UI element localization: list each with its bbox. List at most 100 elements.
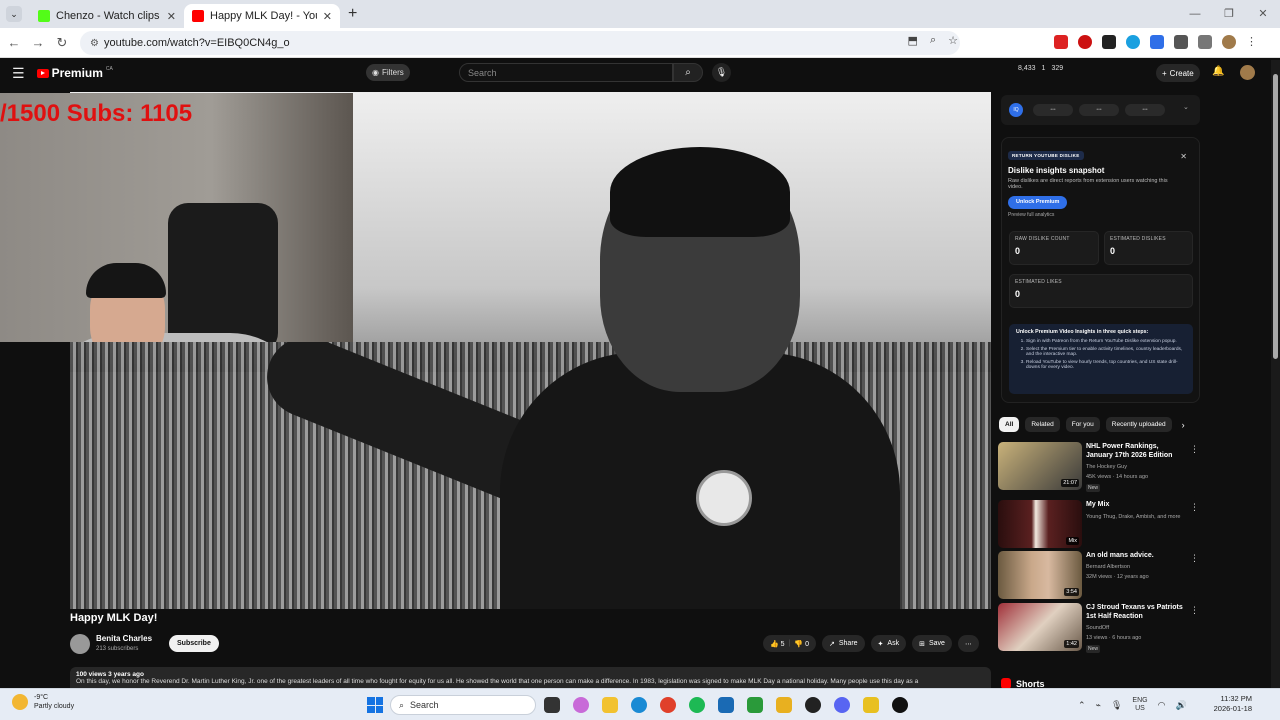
- more-actions-button[interactable]: ⋯: [957, 635, 979, 652]
- tab-kick[interactable]: Chenzo - Watch clips on Kick ✕: [30, 4, 184, 28]
- video-thumbnail[interactable]: Mix: [998, 500, 1082, 548]
- video-thumbnail[interactable]: 3:54: [998, 551, 1082, 599]
- recommendation-item[interactable]: Mix My Mix Young Thug, Drake, Ambish, an…: [998, 500, 1203, 550]
- warning-app-icon[interactable]: [776, 697, 792, 713]
- profile-avatar[interactable]: [1222, 35, 1236, 49]
- address-bar[interactable]: ⚙ youtube.com/watch?v=EIBQ0CN4g_o: [80, 31, 960, 55]
- extension-pill[interactable]: •••: [1079, 104, 1119, 116]
- browser-menu-icon[interactable]: ⋮: [1246, 35, 1260, 49]
- chevron-down-icon[interactable]: ⌄: [1183, 103, 1189, 111]
- extension-icon[interactable]: [1078, 35, 1092, 49]
- chip-related[interactable]: Related: [1025, 417, 1060, 432]
- install-icon[interactable]: ⬒: [908, 34, 918, 47]
- language-indicator[interactable]: ENG US: [1132, 697, 1147, 713]
- chip-all[interactable]: All: [999, 417, 1020, 432]
- channel-avatar[interactable]: [70, 634, 90, 654]
- chip-for-you[interactable]: For you: [1065, 417, 1100, 432]
- close-window-button[interactable]: ✕: [1246, 0, 1280, 28]
- search-input[interactable]: Search: [459, 63, 673, 82]
- chip-recently-uploaded[interactable]: Recently uploaded: [1105, 417, 1172, 432]
- file-explorer-icon[interactable]: [602, 697, 618, 713]
- more-options-icon[interactable]: ⋮: [1190, 605, 1199, 616]
- youtube-play-icon: [36, 68, 49, 78]
- spotify-icon[interactable]: [689, 697, 705, 713]
- site-info-icon[interactable]: ⚙: [90, 38, 104, 49]
- maximize-button[interactable]: ❐: [1212, 0, 1246, 28]
- extensions-puzzle-icon[interactable]: [1174, 35, 1188, 49]
- reload-button[interactable]: ↻: [50, 35, 74, 51]
- more-options-icon[interactable]: ⋮: [1190, 502, 1199, 513]
- recommendation-title[interactable]: NHL Power Rankings, January 17th 2026 Ed…: [1086, 442, 1186, 460]
- tab-search-button[interactable]: ⌄: [6, 6, 22, 22]
- like-button[interactable]: 👍 5: [770, 640, 785, 648]
- discord-icon[interactable]: [834, 697, 850, 713]
- microphone-icon[interactable]: 🎙: [1111, 700, 1122, 711]
- taskbar-search[interactable]: ⌕ Search: [390, 695, 536, 715]
- app-icon[interactable]: [805, 697, 821, 713]
- video-thumbnail[interactable]: 21:07: [998, 442, 1082, 490]
- back-button[interactable]: ←: [2, 35, 26, 50]
- chevron-up-icon[interactable]: ⌃: [1078, 700, 1086, 711]
- xbox-icon[interactable]: [747, 697, 763, 713]
- bookmark-star-icon[interactable]: ☆: [948, 34, 958, 47]
- extension-logo-icon[interactable]: IQ: [1009, 103, 1023, 117]
- recommendation-title[interactable]: An old mans advice.: [1086, 551, 1186, 560]
- reading-list-icon[interactable]: [1198, 35, 1212, 49]
- obs-icon[interactable]: [892, 697, 908, 713]
- extension-icon[interactable]: [1150, 35, 1164, 49]
- video-actions: 👍 5 | 👎 0 ↗ Share ✦ Ask ⊞ Save ⋯: [763, 635, 979, 652]
- app-icon[interactable]: [863, 697, 879, 713]
- save-button[interactable]: ⊞ Save: [912, 635, 952, 652]
- tab-youtube[interactable]: Happy MLK Day! - YouTube ✕: [184, 4, 340, 28]
- forward-button[interactable]: →: [26, 35, 50, 50]
- taskbar-clock[interactable]: 11:32 PM 2026-01-18: [1210, 694, 1252, 714]
- recommendation-item[interactable]: 21:07 NHL Power Rankings, January 17th 2…: [998, 442, 1203, 492]
- account-avatar[interactable]: [1240, 65, 1255, 80]
- share-button[interactable]: ↗ Share: [821, 635, 865, 652]
- copilot-icon[interactable]: [573, 697, 589, 713]
- recommendation-item[interactable]: 3:54 An old mans advice. Bernard Alberts…: [998, 551, 1203, 601]
- menu-icon[interactable]: ☰: [12, 65, 25, 82]
- wifi-icon[interactable]: ◠: [1158, 700, 1166, 711]
- chrome-icon[interactable]: [660, 697, 676, 713]
- page-scrollbar[interactable]: [1271, 60, 1280, 688]
- recommendation-item[interactable]: 1:42 CJ Stroud Texans vs Patriots 1st Ha…: [998, 603, 1203, 653]
- app-icon[interactable]: [718, 697, 734, 713]
- network-icon[interactable]: ⌁: [1096, 700, 1101, 711]
- dislike-button[interactable]: 👎 0: [794, 640, 809, 648]
- chevron-right-icon[interactable]: ›: [1182, 420, 1185, 430]
- more-options-icon[interactable]: ⋮: [1190, 444, 1199, 455]
- video-thumbnail[interactable]: 1:42: [998, 603, 1082, 651]
- close-icon[interactable]: ✕: [1180, 152, 1187, 161]
- close-tab-icon[interactable]: ✕: [167, 10, 176, 23]
- subscribe-button[interactable]: Subscribe: [169, 635, 219, 652]
- voice-search-button[interactable]: 🎙: [712, 63, 731, 82]
- create-button[interactable]: + Create: [1156, 64, 1200, 82]
- channel-name[interactable]: Benita Charles: [96, 634, 152, 643]
- zoom-icon[interactable]: ⌕: [930, 34, 936, 47]
- unlock-premium-button[interactable]: Unlock Premium: [1008, 196, 1068, 209]
- minimize-button[interactable]: —: [1178, 0, 1212, 28]
- weather-widget[interactable]: -9°C Partly cloudy: [12, 693, 74, 711]
- filters-button[interactable]: ◉ Filters: [366, 64, 410, 81]
- extension-icon[interactable]: [1054, 35, 1068, 49]
- notifications-bell-icon[interactable]: 🔔: [1212, 66, 1224, 77]
- extension-pill[interactable]: •••: [1033, 104, 1073, 116]
- youtube-logo[interactable]: Premium CA: [36, 66, 113, 80]
- more-options-icon[interactable]: ⋮: [1190, 553, 1199, 564]
- volume-icon[interactable]: 🔊: [1175, 700, 1186, 711]
- windows-start-icon[interactable]: [367, 697, 383, 713]
- scrollbar-thumb[interactable]: [1273, 74, 1278, 359]
- task-view-icon[interactable]: [544, 697, 560, 713]
- search-button[interactable]: ⌕: [673, 63, 703, 82]
- views-and-age: 100 views 3 years ago: [76, 671, 144, 678]
- extension-pill[interactable]: •••: [1125, 104, 1165, 116]
- recommendation-title[interactable]: CJ Stroud Texans vs Patriots 1st Half Re…: [1086, 603, 1186, 621]
- extension-icon[interactable]: [1126, 35, 1140, 49]
- new-tab-button[interactable]: +: [348, 5, 357, 23]
- extension-icon[interactable]: [1102, 35, 1116, 49]
- close-tab-icon[interactable]: ✕: [323, 10, 332, 23]
- recommendation-title[interactable]: My Mix: [1086, 500, 1186, 509]
- edge-icon[interactable]: [631, 697, 647, 713]
- ask-button[interactable]: ✦ Ask: [870, 635, 907, 652]
